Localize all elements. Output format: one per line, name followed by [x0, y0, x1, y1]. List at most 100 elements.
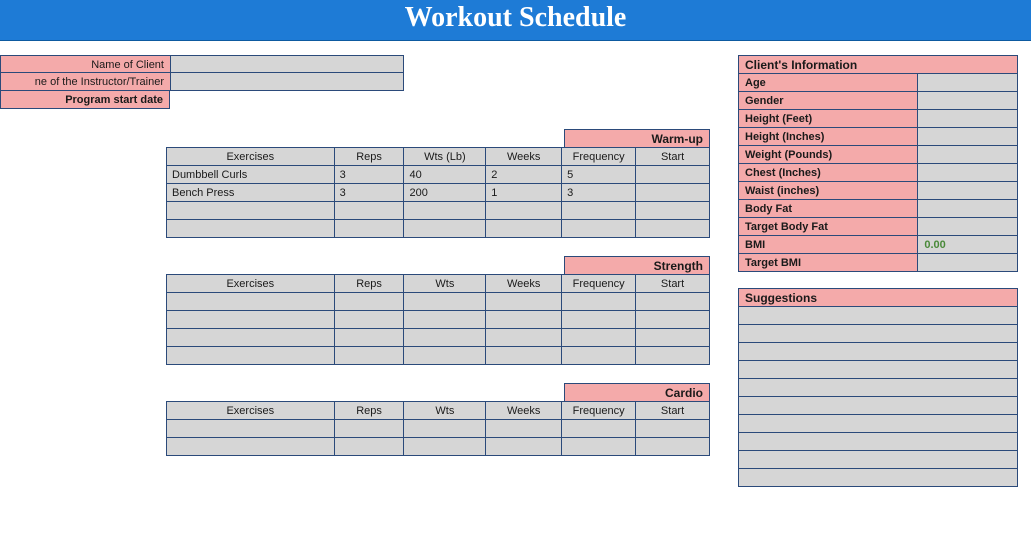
cell-wts[interactable]	[404, 311, 486, 329]
suggestion-cell[interactable]	[739, 325, 1018, 343]
cell-ex[interactable]	[167, 347, 335, 365]
cell-weeks[interactable]	[486, 347, 562, 365]
column-header: Reps	[334, 148, 404, 166]
suggestion-row	[739, 397, 1018, 415]
cell-reps[interactable]: 3	[334, 166, 404, 184]
info-value[interactable]: 0.00	[918, 236, 1018, 254]
cell-freq[interactable]	[562, 293, 636, 311]
client-info-header: Client's Information	[739, 56, 1018, 74]
cell-freq[interactable]: 3	[562, 184, 636, 202]
cell-reps[interactable]	[334, 202, 404, 220]
cell-freq[interactable]	[562, 347, 636, 365]
cell-freq[interactable]	[562, 438, 636, 456]
section-title: Strength	[564, 256, 710, 274]
cell-ex[interactable]	[167, 438, 335, 456]
cell-reps[interactable]	[334, 329, 404, 347]
cell-weeks[interactable]	[486, 202, 562, 220]
suggestion-cell[interactable]	[739, 343, 1018, 361]
suggestion-cell[interactable]	[739, 451, 1018, 469]
cell-reps[interactable]	[334, 293, 404, 311]
info-label: Age	[739, 74, 918, 92]
suggestion-cell[interactable]	[739, 361, 1018, 379]
cell-freq[interactable]	[562, 311, 636, 329]
cell-wts[interactable]: 40	[404, 166, 486, 184]
info-value[interactable]	[918, 92, 1018, 110]
cell-start[interactable]	[636, 220, 710, 238]
cell-weeks[interactable]: 2	[486, 166, 562, 184]
cell-start[interactable]	[636, 202, 710, 220]
cell-reps[interactable]	[334, 311, 404, 329]
column-header: Weeks	[486, 402, 562, 420]
cell-weeks[interactable]: 1	[486, 184, 562, 202]
column-header: Exercises	[167, 275, 335, 293]
suggestion-row	[739, 469, 1018, 487]
cell-ex[interactable]	[167, 420, 335, 438]
cell-start[interactable]	[636, 329, 710, 347]
cell-reps[interactable]	[334, 347, 404, 365]
info-value[interactable]	[918, 74, 1018, 92]
cell-ex[interactable]	[167, 311, 335, 329]
cell-weeks[interactable]	[486, 420, 562, 438]
column-header: Frequency	[562, 148, 636, 166]
cell-freq[interactable]	[562, 329, 636, 347]
table-row	[167, 220, 710, 238]
cell-start[interactable]	[636, 166, 710, 184]
cell-wts[interactable]	[404, 438, 486, 456]
info-value[interactable]	[918, 146, 1018, 164]
info-value[interactable]	[918, 164, 1018, 182]
cell-weeks[interactable]	[486, 293, 562, 311]
cell-wts[interactable]	[404, 329, 486, 347]
cell-ex[interactable]	[167, 220, 335, 238]
info-value[interactable]	[918, 182, 1018, 200]
trainer-name-cell[interactable]	[170, 73, 404, 91]
cell-start[interactable]	[636, 420, 710, 438]
cell-start[interactable]	[636, 347, 710, 365]
info-value[interactable]	[918, 200, 1018, 218]
cell-freq[interactable]	[562, 202, 636, 220]
suggestion-cell[interactable]	[739, 379, 1018, 397]
cell-start[interactable]	[636, 293, 710, 311]
cell-ex[interactable]	[167, 329, 335, 347]
info-label: Target BMI	[739, 254, 918, 272]
cell-start[interactable]	[636, 438, 710, 456]
cell-freq[interactable]	[562, 220, 636, 238]
cell-wts[interactable]	[404, 420, 486, 438]
cell-weeks[interactable]	[486, 329, 562, 347]
cell-weeks[interactable]	[486, 220, 562, 238]
client-info-table: Client's Information AgeGenderHeight (Fe…	[738, 55, 1018, 272]
cell-freq[interactable]	[562, 420, 636, 438]
suggestion-cell[interactable]	[739, 415, 1018, 433]
suggestion-cell[interactable]	[739, 433, 1018, 451]
cell-wts[interactable]	[404, 347, 486, 365]
cell-reps[interactable]: 3	[334, 184, 404, 202]
left-column: Name of Client ne of the Instructor/Trai…	[0, 55, 710, 503]
exercise-table: ExercisesRepsWts (Lb)WeeksFrequencyStart…	[166, 147, 710, 238]
cell-reps[interactable]	[334, 220, 404, 238]
cell-ex[interactable]	[167, 293, 335, 311]
cell-wts[interactable]: 200	[404, 184, 486, 202]
info-value[interactable]	[918, 128, 1018, 146]
table-row: Dumbbell Curls34025	[167, 166, 710, 184]
cell-weeks[interactable]	[486, 311, 562, 329]
cell-freq[interactable]: 5	[562, 166, 636, 184]
cell-reps[interactable]	[334, 420, 404, 438]
cell-wts[interactable]	[404, 202, 486, 220]
cell-start[interactable]	[636, 311, 710, 329]
cell-start[interactable]	[636, 184, 710, 202]
cell-ex[interactable]: Dumbbell Curls	[167, 166, 335, 184]
info-value[interactable]	[918, 110, 1018, 128]
suggestion-cell[interactable]	[739, 469, 1018, 487]
cell-reps[interactable]	[334, 438, 404, 456]
cell-wts[interactable]	[404, 220, 486, 238]
info-value[interactable]	[918, 254, 1018, 272]
suggestion-cell[interactable]	[739, 307, 1018, 325]
cell-ex[interactable]	[167, 202, 335, 220]
cell-wts[interactable]	[404, 293, 486, 311]
cell-weeks[interactable]	[486, 438, 562, 456]
suggestion-cell[interactable]	[739, 397, 1018, 415]
client-name-cell[interactable]	[170, 55, 404, 73]
cell-ex[interactable]: Bench Press	[167, 184, 335, 202]
header-labels: Name of Client ne of the Instructor/Trai…	[0, 55, 710, 109]
info-value[interactable]	[918, 218, 1018, 236]
section-strength: StrengthExercisesRepsWtsWeeksFrequencySt…	[166, 256, 710, 365]
